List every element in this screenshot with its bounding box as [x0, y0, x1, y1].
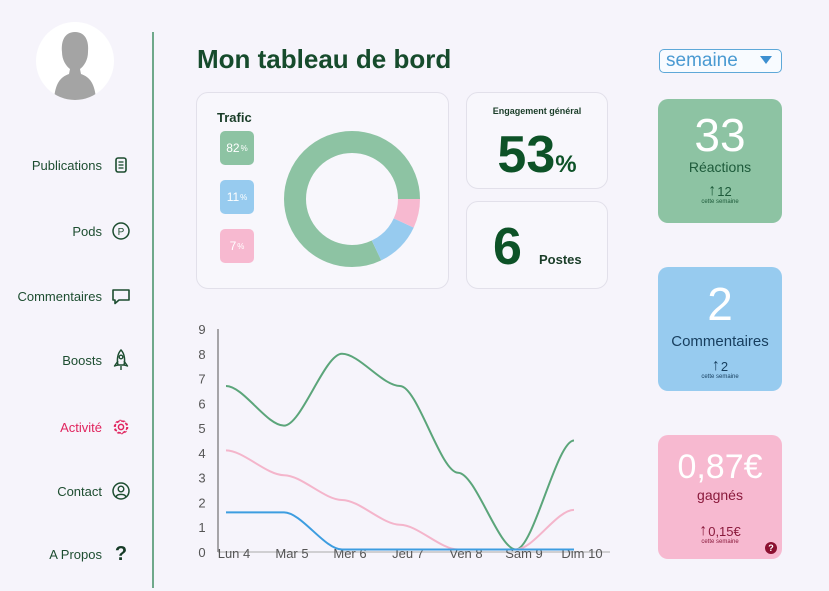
sidebar-item-pods[interactable]: Pods P	[72, 220, 132, 242]
y-tick-label: 8	[198, 347, 205, 362]
y-tick-label: 3	[198, 471, 205, 486]
traffic-title: Trafic	[217, 110, 252, 125]
question-icon: ?	[114, 542, 128, 565]
series-line-1	[225, 449, 575, 551]
comments-tile[interactable]: 2 Commentaires ↑ 2 cette semaine	[658, 267, 782, 391]
sidebar-item-contact[interactable]: Contact	[57, 480, 132, 502]
engagement-title: Engagement général	[492, 106, 582, 116]
tile-sub: cette semaine	[701, 539, 739, 545]
posts-value: 6	[493, 218, 522, 276]
arrow-up-icon: ↑	[711, 357, 720, 374]
y-tick-label: 4	[198, 446, 205, 461]
x-tick-label: Dim 10	[561, 546, 602, 561]
sidebar-item-a-propos[interactable]: A Propos ?	[49, 543, 132, 565]
sidebar-item-boosts[interactable]: Boosts	[62, 349, 132, 371]
tile-label: gagnés	[697, 487, 743, 503]
earnings-tile[interactable]: 0,87€ gagnés ↑ 0,15€ cette semaine ?	[658, 435, 782, 559]
tile-value: 33	[694, 109, 746, 161]
series-line-0	[225, 352, 575, 551]
traffic-pill-11: 11%	[220, 180, 254, 214]
sidebar-item-publications[interactable]: Publications	[32, 154, 132, 176]
arrow-up-icon: ↑	[699, 522, 708, 539]
y-tick-label: 5	[198, 421, 205, 436]
help-icon[interactable]: ?	[765, 542, 777, 554]
period-select[interactable]: semaine	[659, 49, 782, 73]
traffic-card: Trafic 82% 11% 7%	[196, 92, 449, 289]
engagement-value: 53	[497, 126, 556, 184]
traffic-pill-82: 82%	[220, 131, 254, 165]
tile-value: 0,87€	[677, 448, 763, 486]
y-tick-label: 6	[198, 396, 205, 411]
activity-line-chart: 0123456789Lun 4 Mar 5 Mer 6 Jeu 7 Ven 8 Sam 9…	[198, 322, 610, 561]
sidebar-item-commentaires[interactable]: Commentaires	[17, 285, 132, 307]
y-tick-label: 7	[198, 372, 205, 387]
pill-value: 11	[226, 190, 240, 204]
sidebar-item-label: Contact	[57, 483, 102, 499]
sidebar-divider	[152, 32, 154, 588]
series-line-2	[226, 511, 574, 551]
tile-change-value: 2	[720, 359, 729, 374]
pill-unit: %	[240, 143, 248, 153]
chevron-down-icon	[759, 52, 773, 70]
y-tick-label: 2	[198, 495, 205, 510]
engagement-unit: %	[555, 151, 577, 178]
p-circle-icon: P	[110, 220, 132, 242]
period-select-value: semaine	[666, 50, 738, 71]
document-icon	[110, 154, 132, 176]
pill-unit: %	[237, 241, 245, 251]
user-circle-icon	[110, 480, 132, 502]
traffic-donut-chart	[284, 131, 420, 267]
comment-icon	[110, 285, 132, 307]
sidebar-item-activite[interactable]: Activité	[60, 416, 132, 438]
sidebar: Publications Pods P Commentaires Boosts …	[0, 0, 152, 591]
pill-value: 82	[226, 141, 240, 155]
x-tick-label: Jeu 7	[392, 546, 424, 561]
tile-change: ↑ 12	[658, 182, 782, 200]
tile-change: ↑ 0,15€	[658, 522, 782, 540]
tile-sub: cette semaine	[701, 374, 739, 380]
arrow-up-icon: ↑	[708, 182, 717, 199]
svg-text:P: P	[118, 227, 125, 238]
x-tick-label: Mar 5	[275, 546, 308, 561]
engagement-stat: 53%	[467, 125, 607, 185]
y-tick-label: 9	[198, 322, 205, 337]
posts-card: 6 Postes	[466, 201, 608, 289]
sidebar-item-label: Publications	[31, 157, 102, 173]
tile-change-value: 12	[717, 184, 732, 199]
pill-unit: %	[240, 192, 248, 202]
pill-value: 7	[229, 239, 237, 253]
tile-change-value: 0,15€	[708, 524, 741, 539]
sidebar-item-label: Activité	[60, 419, 102, 435]
reactions-tile[interactable]: 33 Réactions ↑ 12 cette semaine	[658, 99, 782, 223]
tile-label: Réactions	[688, 159, 752, 175]
y-tick-label: 0	[198, 545, 205, 560]
avatar[interactable]	[36, 22, 114, 100]
sidebar-item-label: Boosts	[62, 352, 102, 368]
gear-icon	[110, 416, 132, 438]
page-title: Mon tableau de bord	[197, 44, 452, 74]
sidebar-item-label: Commentaires	[17, 288, 102, 304]
traffic-pill-7: 7%	[220, 229, 254, 263]
user-silhouette-icon	[54, 32, 96, 100]
sidebar-item-label: A Propos	[49, 546, 102, 562]
tile-value: 2	[707, 278, 733, 330]
rocket-icon	[110, 349, 132, 371]
tile-sub: cette semaine	[701, 199, 739, 205]
x-tick-label: Lun 4	[218, 546, 251, 561]
tile-change: ↑ 2	[658, 357, 782, 375]
engagement-card: Engagement général 53%	[466, 92, 608, 189]
y-tick-label: 1	[198, 520, 205, 535]
posts-label: Postes	[539, 252, 582, 267]
tile-label: Commentaires	[671, 333, 769, 350]
sidebar-item-label: Pods	[72, 223, 102, 239]
